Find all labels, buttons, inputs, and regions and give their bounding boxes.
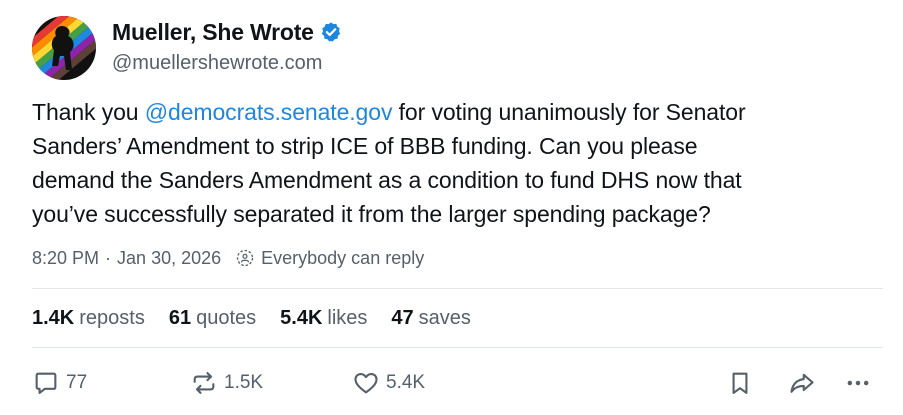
reply-setting-icon — [236, 249, 254, 267]
divider — [32, 347, 883, 348]
display-name[interactable]: Mueller, She Wrote — [112, 19, 314, 46]
bookmark-button[interactable] — [726, 368, 754, 398]
post-line-2: Sanders’ Amendment to strip ICE of BBB f… — [32, 133, 698, 159]
avatar[interactable] — [32, 16, 96, 80]
post-line-3: demand the Sanders Amendment as a condit… — [32, 167, 742, 193]
saves-count: 47 — [391, 306, 414, 329]
bookmark-icon — [732, 372, 748, 394]
engagement-stats: 1.4K reposts 61 quotes 5.4K likes 47 saves — [32, 304, 495, 332]
post-text: Thank you @democrats.senate.gov for voti… — [32, 95, 882, 231]
divider — [32, 288, 883, 289]
likes-stat[interactable]: 5.4K likes — [280, 307, 367, 330]
reply-icon — [35, 372, 57, 394]
like-count: 5.4K — [386, 372, 426, 393]
avatar-image — [32, 16, 96, 80]
reply-button[interactable]: 77 — [32, 368, 87, 398]
post-time[interactable]: 8:20 PM — [32, 248, 99, 269]
more-options-button[interactable] — [844, 368, 872, 398]
post-line-1: Thank you @democrats.senate.gov for voti… — [32, 95, 882, 129]
post-card: Mueller, She Wrote @muellershewrote.com … — [0, 0, 903, 415]
saves-stat[interactable]: 47 saves — [391, 307, 471, 330]
repost-icon — [193, 372, 215, 394]
share-arrow-icon — [790, 373, 814, 393]
author-handle[interactable]: @muellershewrote.com — [112, 52, 322, 75]
heart-icon — [354, 372, 378, 394]
reply-setting-label[interactable]: Everybody can reply — [261, 248, 424, 269]
post-line-4: you’ve successfully separated it from th… — [32, 201, 711, 227]
mention-link[interactable]: @democrats.senate.gov — [145, 99, 393, 125]
post-date[interactable]: Jan 30, 2026 — [117, 248, 221, 269]
likes-label: likes — [327, 306, 368, 329]
reposts-label: reposts — [79, 306, 145, 329]
verified-check-icon — [321, 22, 340, 42]
quotes-stat[interactable]: 61 quotes — [169, 307, 256, 330]
post-text-segment: Thank you — [32, 99, 145, 125]
likes-count: 5.4K — [280, 306, 323, 329]
quotes-count: 61 — [168, 306, 192, 329]
action-bar: 77 1.5K 5.4K — [32, 368, 887, 398]
share-button[interactable] — [788, 368, 816, 398]
reposts-count: 1.4K — [32, 306, 75, 329]
repost-count: 1.5K — [224, 372, 264, 393]
post-text-segment: for voting unanimously for Senator — [392, 99, 746, 125]
reposts-stat[interactable]: 1.4K reposts — [32, 307, 145, 330]
quotes-label: quotes — [196, 306, 257, 329]
saves-label: saves — [418, 306, 471, 329]
more-dots-icon — [847, 380, 869, 386]
post-meta: 8:20 PM · Jan 30, 2026 Everybody can rep… — [32, 245, 424, 271]
repost-button[interactable]: 1.5K — [190, 368, 263, 398]
like-button[interactable]: 5.4K — [352, 368, 425, 398]
reply-count: 77 — [66, 372, 88, 393]
author-row: Mueller, She Wrote — [112, 18, 342, 46]
meta-separator: · — [105, 247, 112, 268]
